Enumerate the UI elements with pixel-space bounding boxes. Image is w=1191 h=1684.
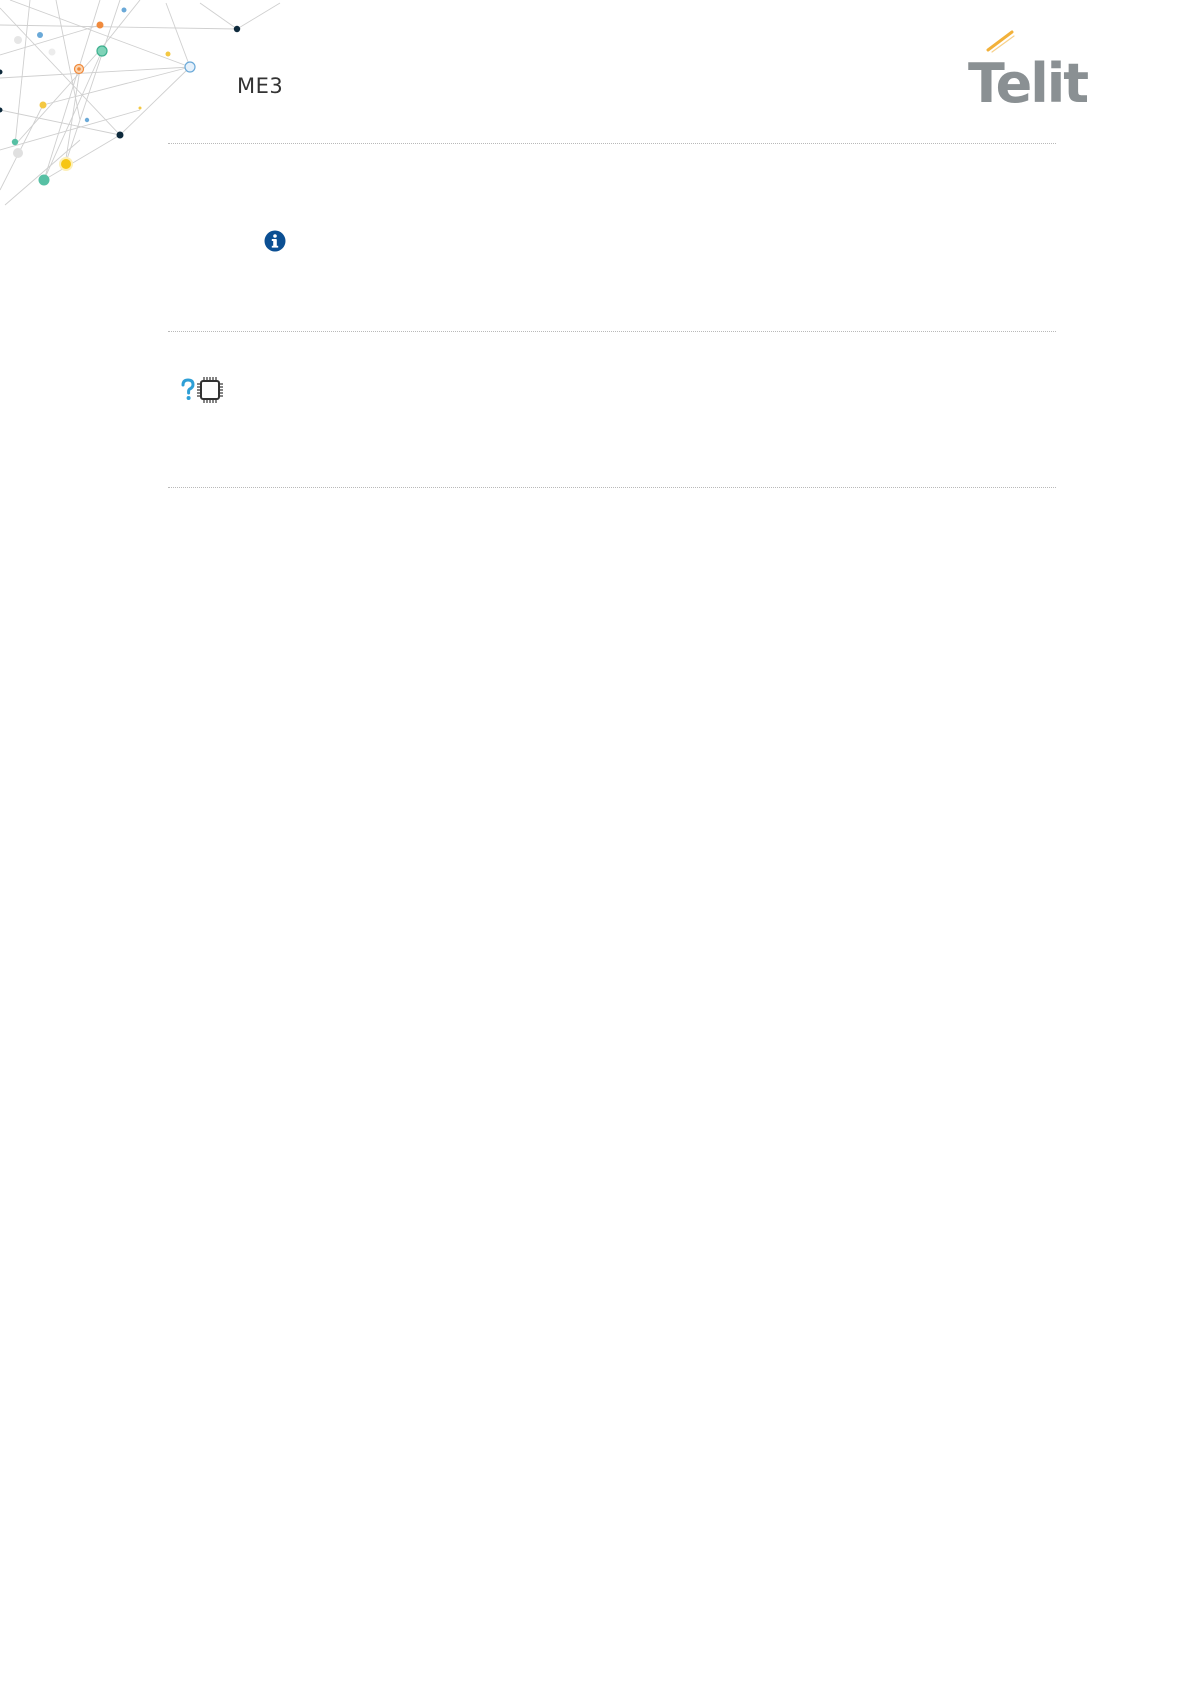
divider xyxy=(168,331,1056,332)
divider xyxy=(168,143,1056,144)
divider xyxy=(168,487,1056,488)
info-icon xyxy=(264,230,286,252)
header-network-decoration xyxy=(0,0,281,206)
note-icons xyxy=(180,376,230,408)
telit-logo: Telit xyxy=(960,26,1100,115)
logo-wordmark: Telit xyxy=(968,52,1088,106)
chip-icon xyxy=(197,377,223,403)
document-code: ME3 xyxy=(237,74,284,98)
question-icon xyxy=(181,378,195,400)
